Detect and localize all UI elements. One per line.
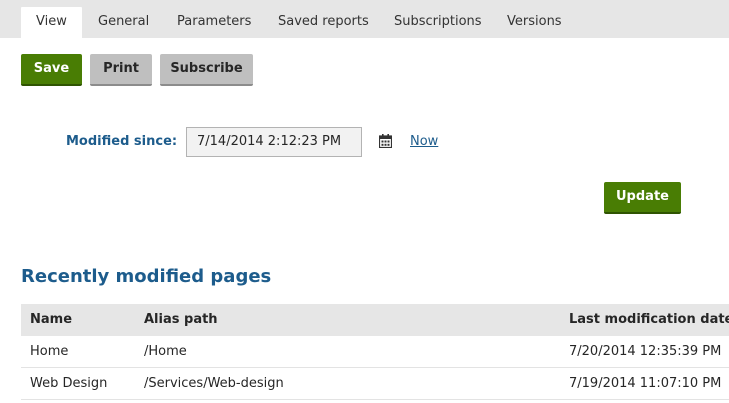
column-header-last-modification-date[interactable]: Last modification date (569, 304, 729, 336)
cell-alias-path: /Services/Web-design (144, 376, 284, 391)
cell-last-modified: 7/20/2014 12:35:39 PM (569, 344, 722, 359)
cell-alias-path: /Home (144, 344, 187, 359)
now-link[interactable]: Now (410, 134, 438, 149)
column-header-name[interactable]: Name (30, 304, 72, 336)
print-button[interactable]: Print (90, 54, 152, 86)
column-header-alias-path[interactable]: Alias path (144, 304, 218, 336)
update-button[interactable]: Update (604, 182, 681, 214)
report-table: Name Alias path Last modification date H… (21, 304, 729, 400)
calendar-icon[interactable] (379, 134, 392, 148)
tab-versions[interactable]: Versions (507, 7, 562, 38)
modified-since-input[interactable]: 7/14/2014 2:12:23 PM (186, 127, 362, 157)
section-title: Recently modified pages (21, 266, 272, 287)
subscribe-button[interactable]: Subscribe (160, 54, 253, 86)
tab-view[interactable]: View (21, 7, 82, 38)
modified-since-label: Modified since: (66, 134, 178, 149)
table-row: Home /Home 7/20/2014 12:35:39 PM (21, 336, 729, 368)
tab-bar: View General Parameters Saved reports Su… (0, 0, 729, 38)
cell-last-modified: 7/19/2014 11:07:10 PM (569, 376, 722, 391)
table-header: Name Alias path Last modification date (21, 304, 729, 336)
tab-subscriptions[interactable]: Subscriptions (394, 7, 482, 38)
cell-name: Home (30, 344, 69, 359)
tab-parameters[interactable]: Parameters (177, 7, 251, 38)
tab-general[interactable]: General (98, 7, 149, 38)
table-row: Web Design /Services/Web-design 7/19/201… (21, 368, 729, 400)
tab-saved-reports[interactable]: Saved reports (278, 7, 369, 38)
save-button[interactable]: Save (21, 54, 82, 86)
cell-name: Web Design (30, 376, 108, 391)
